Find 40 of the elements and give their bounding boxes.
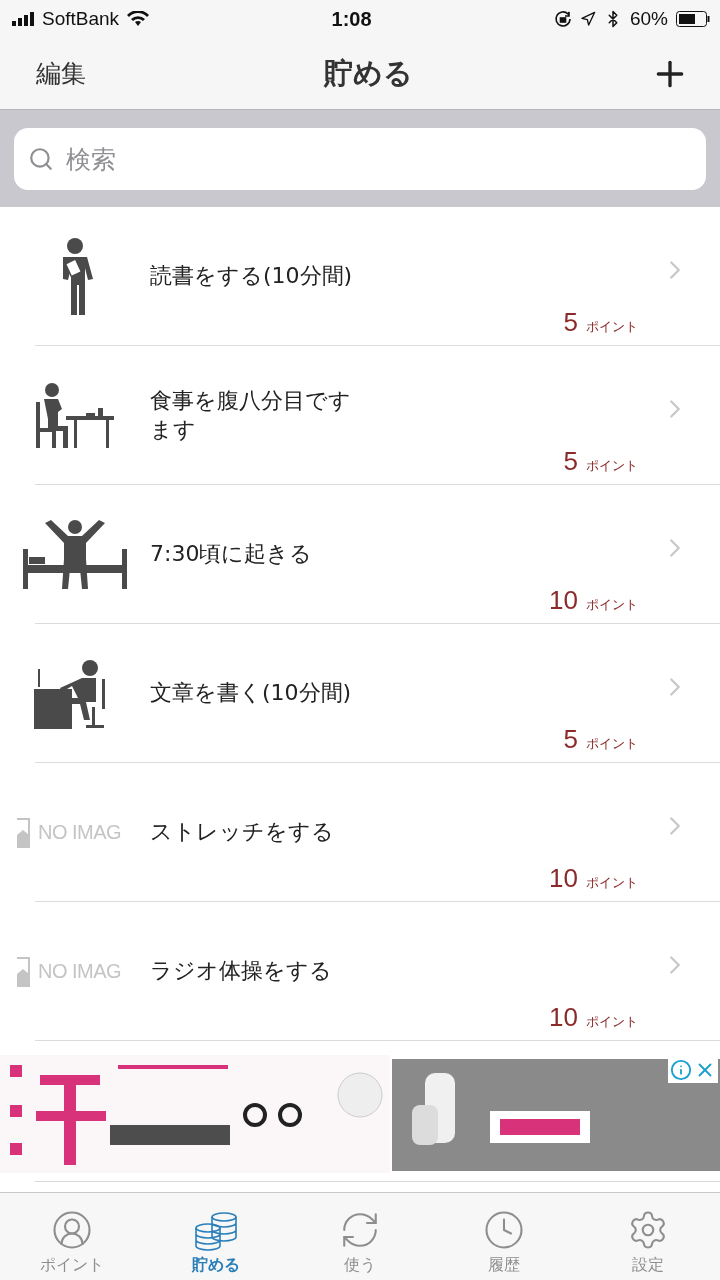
points-unit: ポイント <box>586 874 638 892</box>
location-icon <box>579 11 596 27</box>
wifi-icon <box>127 11 150 27</box>
tab[interactable]: 貯める <box>144 1193 288 1280</box>
points-value: 10 <box>549 1002 578 1033</box>
points-value: 5 <box>563 446 578 477</box>
item-title: 文章を書く(10分間) <box>150 679 353 708</box>
waking-person-icon <box>23 518 127 591</box>
battery-icon <box>676 11 710 27</box>
signal-icon <box>12 12 34 26</box>
edit-button[interactable]: 編集 <box>36 57 86 90</box>
points-value: 5 <box>563 307 578 338</box>
points-unit: ポイント <box>586 318 638 336</box>
eating-person-icon <box>34 381 116 450</box>
points-unit: ポイント <box>586 1013 638 1031</box>
image-placeholder-icon <box>16 816 30 849</box>
points-value: 10 <box>549 863 578 894</box>
clock-icon <box>483 1209 525 1251</box>
no-image-text: NO IMAG <box>38 821 122 844</box>
coins-icon <box>193 1211 239 1251</box>
item-title: ラジオ体操をする <box>150 957 333 986</box>
item-title: ストレッチをする <box>150 818 335 847</box>
item-title: 食事を腹八分目ですます <box>150 386 352 444</box>
info-icon[interactable] <box>670 1059 692 1081</box>
points-unit: ポイント <box>586 735 638 753</box>
carrier-name: SoftBank <box>42 8 120 30</box>
points-unit: ポイント <box>586 596 638 614</box>
points-value: 10 <box>549 585 578 616</box>
item-title: 7:30頃に起きる <box>150 540 314 569</box>
person-icon <box>51 1209 93 1251</box>
battery-percent: 60% <box>629 8 668 30</box>
points-value: 5 <box>563 724 578 755</box>
item-title: 読書をする(10分間) <box>150 262 354 291</box>
page-title: 貯める <box>323 54 413 92</box>
rotation-lock-icon <box>553 10 572 28</box>
no-image-text: NO IMAG <box>38 960 122 983</box>
search-icon <box>28 146 54 172</box>
status-time: 1:08 <box>331 7 372 31</box>
image-placeholder-icon <box>16 955 30 988</box>
points-unit: ポイント <box>586 457 638 475</box>
